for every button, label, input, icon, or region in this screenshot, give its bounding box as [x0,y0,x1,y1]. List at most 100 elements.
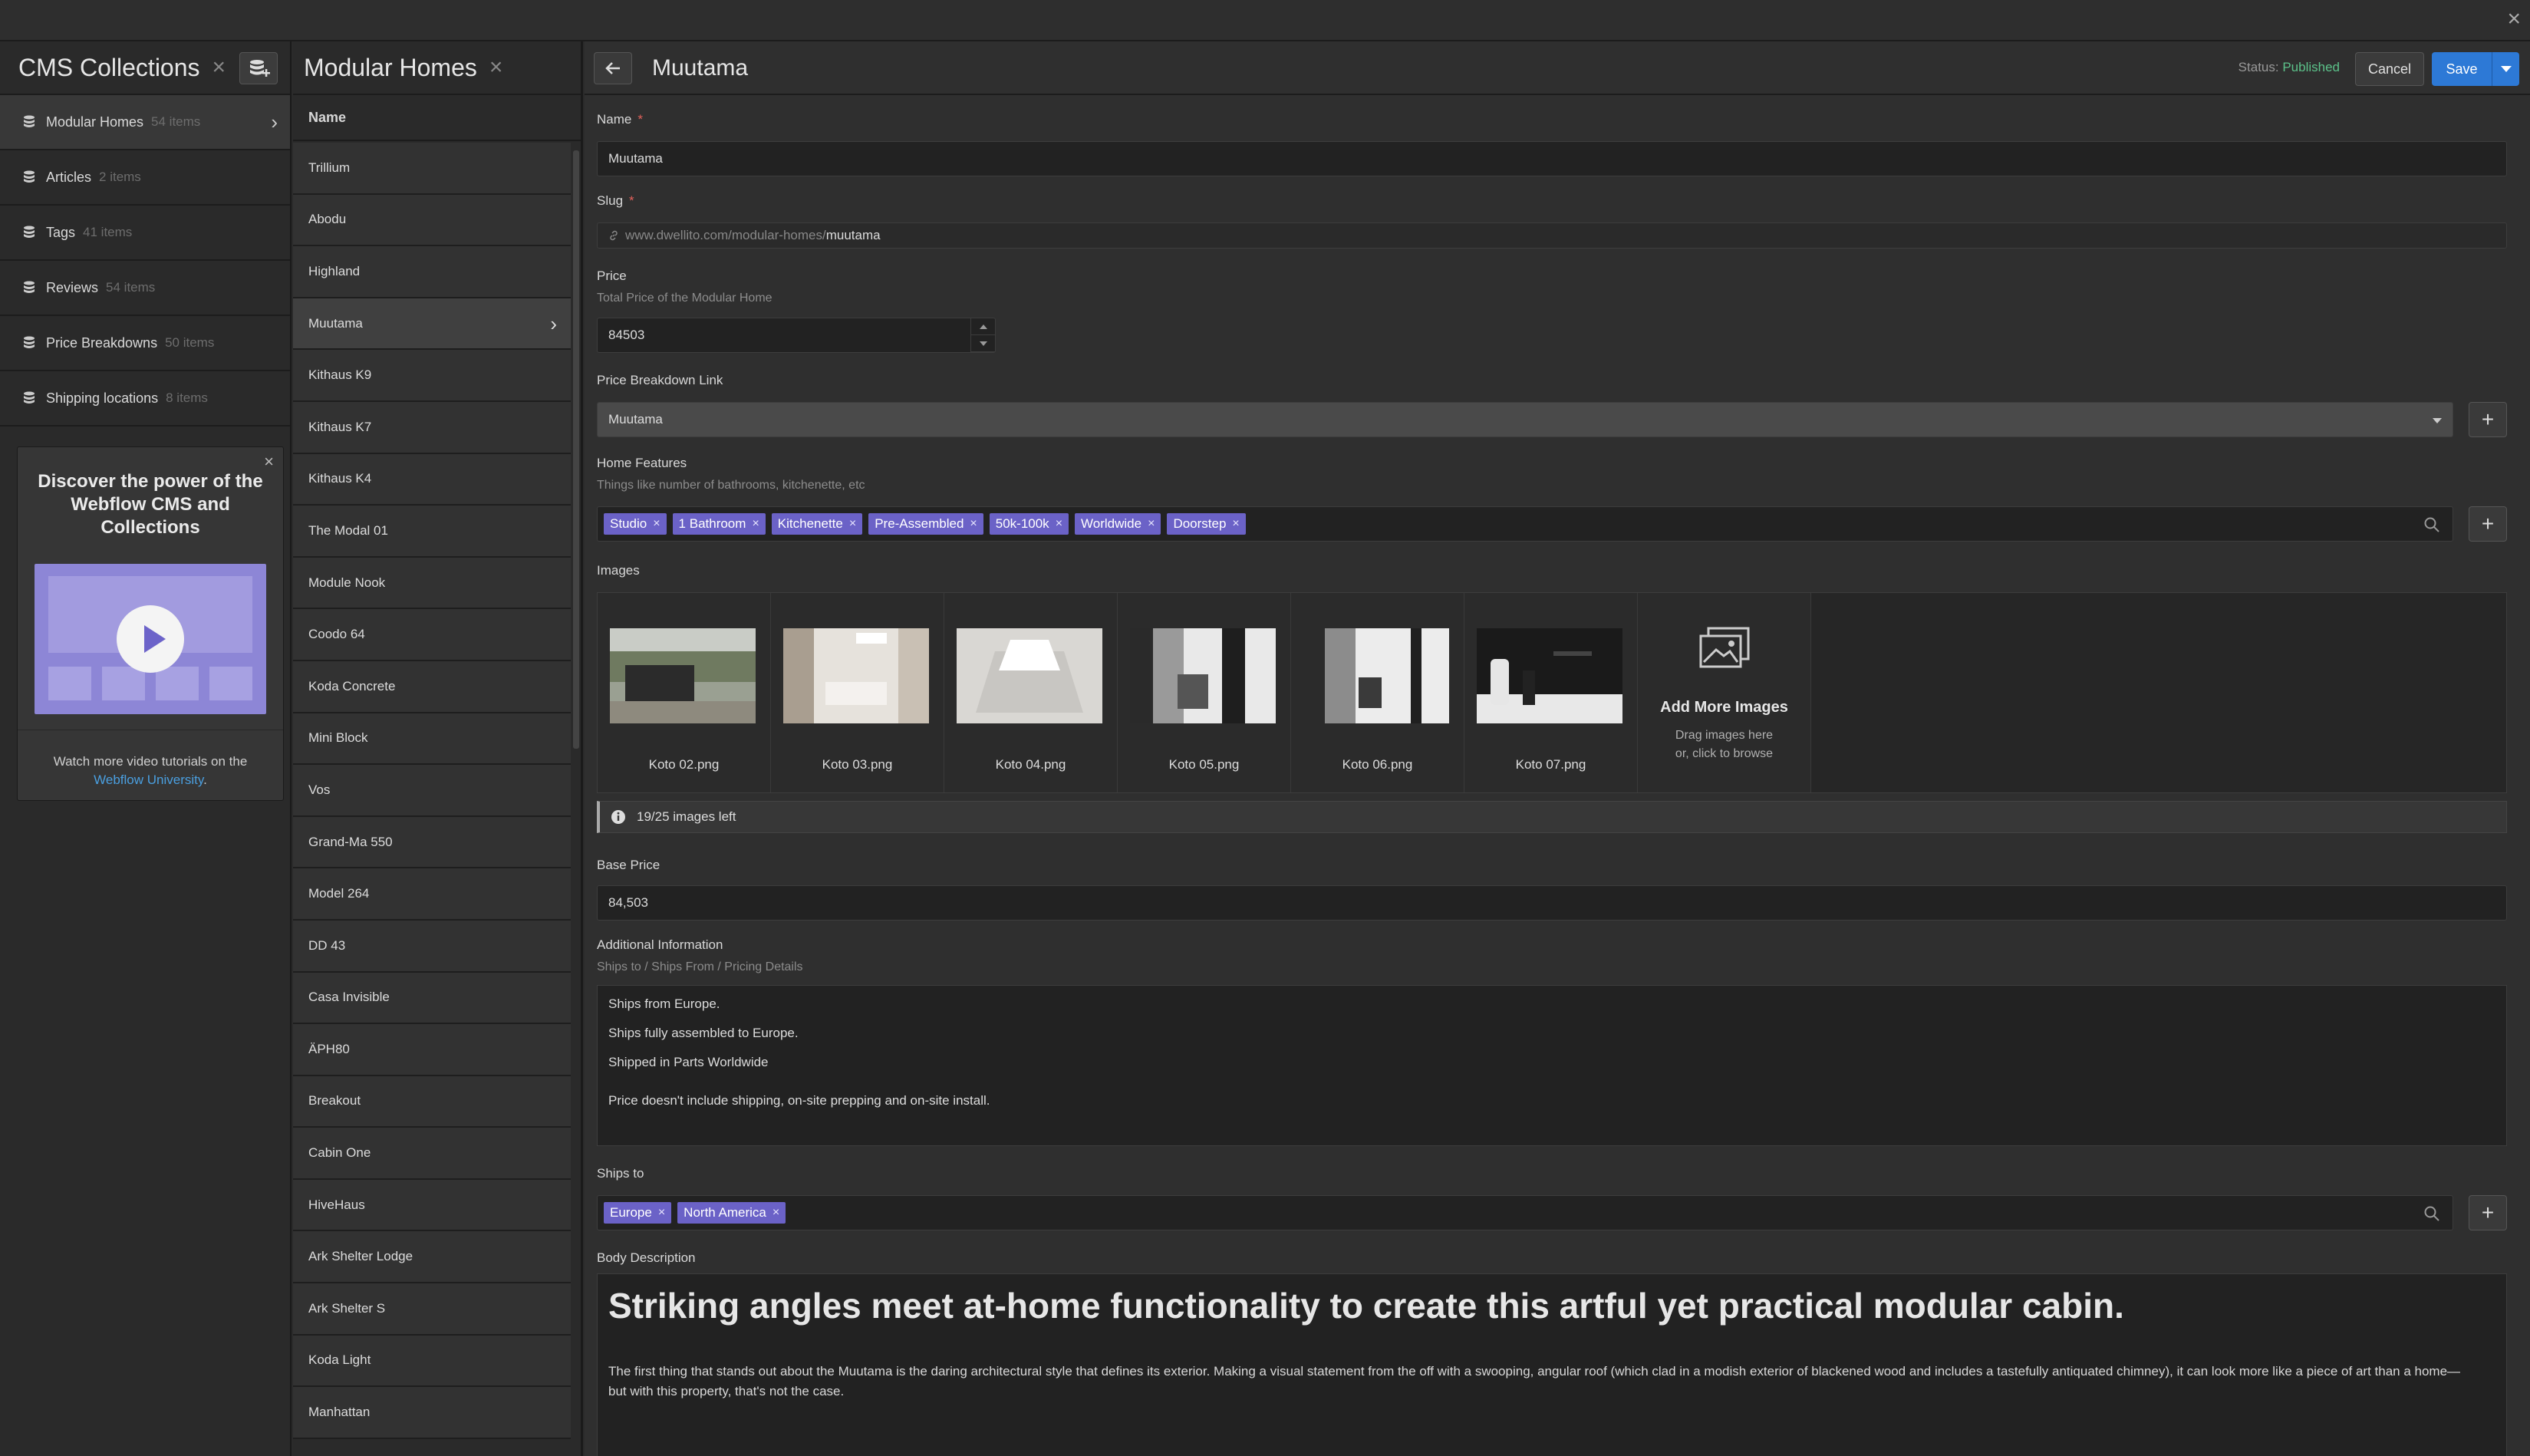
list-item[interactable]: The Modal 01 [293,506,571,558]
list-item[interactable]: Trillium [293,143,571,195]
database-icon [24,226,35,238]
close-collections-icon[interactable]: × [212,54,226,81]
search-icon[interactable] [2423,516,2440,533]
list-item[interactable]: Kithaus K4 [293,453,571,506]
add-price-breakdown-button[interactable]: + [2469,402,2507,437]
image-tile[interactable]: Koto 04.png [944,593,1118,792]
tag-label: Kitchenette [777,516,843,531]
promo-video-thumbnail[interactable] [35,564,266,714]
image-tile[interactable]: Koto 02.png [598,593,771,792]
add-ships-to-button[interactable]: + [2469,1195,2507,1230]
list-item[interactable]: Muutama › [293,298,571,351]
list-item-label: Highland [308,263,361,278]
add-feature-button[interactable]: + [2469,506,2507,542]
scrollbar-thumb[interactable] [573,150,579,749]
remove-tag-icon[interactable]: × [773,1206,779,1220]
collection-item-reviews[interactable]: Reviews 54 items [0,261,290,316]
name-column-header[interactable]: Name [293,95,581,141]
home-features-field[interactable]: Studio × 1 Bathroom × Kitchenette × Pre-Assemb… [597,506,2453,542]
ships-to-field[interactable]: Europe × North America × [597,1195,2453,1230]
images-icon [1699,627,1750,668]
collections-title: CMS Collections [18,53,200,81]
image-thumbnail-koto-04 [957,628,1102,723]
remove-tag-icon[interactable]: × [1056,517,1062,531]
list-item[interactable]: Koda Concrete [293,660,571,713]
list-item[interactable]: Highland [293,246,571,298]
close-items-icon[interactable]: × [489,54,503,81]
list-item[interactable]: Module Nook [293,557,571,610]
decrement-icon[interactable] [971,335,995,352]
list-item[interactable]: Grand-Ma 550 [293,816,571,869]
item-title: Muutama [652,55,749,81]
name-field[interactable]: Muutama [597,141,2507,176]
base-price-field[interactable]: 84,503 [597,885,2507,921]
increment-icon[interactable] [971,318,995,335]
save-button[interactable]: Save [2432,52,2492,86]
remove-tag-icon[interactable]: × [849,517,856,531]
price-label: Price [597,268,627,283]
price-breakdown-select[interactable]: Muutama [597,402,2453,437]
list-item[interactable]: Model 264 [293,868,571,921]
add-collection-button[interactable] [239,52,278,84]
image-tile[interactable]: Koto 03.png [771,593,944,792]
cancel-button[interactable]: Cancel [2355,52,2424,86]
list-item[interactable]: Ark Shelter Lodge [293,1231,571,1284]
list-item[interactable]: Casa Invisible [293,972,571,1025]
items-scrollbar[interactable] [572,143,581,1456]
list-item[interactable]: ÄPH80 [293,1024,571,1076]
items-title: Modular Homes [304,53,477,81]
tag-label: Pre-Assembled [875,516,964,531]
slug-field[interactable]: www.dwellito.com/modular-homes/muutama [597,222,2507,249]
image-tile[interactable]: Koto 06.png [1291,593,1464,792]
remove-tag-icon[interactable]: × [653,517,660,531]
image-tile[interactable]: Koto 05.png [1118,593,1291,792]
search-icon[interactable] [2423,1205,2440,1222]
remove-tag-icon[interactable]: × [658,1206,665,1220]
list-item[interactable]: DD 43 [293,920,571,973]
ships-to-tags: Europe × North America × [604,1202,786,1224]
list-item[interactable]: Mini Block [293,713,571,766]
info-line: Ships from Europe. [608,996,720,1011]
list-item[interactable]: Cabin One [293,1128,571,1180]
remove-tag-icon[interactable]: × [1148,517,1155,531]
required-mark: * [637,112,643,127]
list-item[interactable]: Coodo 64 [293,609,571,661]
list-item[interactable]: HiveHaus [293,1179,571,1232]
list-item[interactable]: Ark Shelter S [293,1283,571,1336]
body-heading: Striking angles meet at-home functionali… [608,1286,2124,1326]
list-item[interactable]: Vos [293,765,571,817]
list-item[interactable]: Kithaus K7 [293,401,571,454]
collection-item-price-breakdowns[interactable]: Price Breakdowns 50 items [0,316,290,371]
remove-tag-icon[interactable]: × [752,517,759,531]
add-more-images-dropzone[interactable]: Add More Images Drag images here or, clic… [1638,593,1811,792]
close-promo-icon[interactable]: × [264,452,274,472]
items-list: Trillium Abodu Highland Muutama › Kithaus K9 K… [293,143,571,1439]
editor-header: Muutama Status: Published Cancel Save [585,41,2530,95]
price-stepper[interactable] [970,318,995,352]
remove-tag-icon[interactable]: × [970,517,977,531]
list-item[interactable]: Kithaus K9 [293,350,571,402]
collection-item-articles[interactable]: Articles 2 items [0,150,290,206]
status-value: Published [2282,60,2340,74]
webflow-university-link[interactable]: Webflow University [94,772,203,787]
collection-item-modular-homes[interactable]: Modular Homes 54 items › [0,95,290,150]
collection-count: 50 items [165,335,215,350]
video-preview-tile [48,667,91,700]
close-window-icon[interactable]: × [2507,6,2521,32]
collection-item-shipping-locations[interactable]: Shipping locations 8 items [0,371,290,427]
additional-info-textarea[interactable]: Ships from Europe. Ships fully assembled… [597,985,2507,1146]
collection-item-tags[interactable]: Tags 41 items [0,206,290,261]
save-options-dropdown[interactable] [2492,52,2519,86]
tag-label: North America [684,1205,766,1220]
images-gallery: Koto 02.png Koto 03.png Koto 04.png Koto… [597,592,2507,793]
list-item[interactable]: Abodu [293,194,571,247]
play-icon[interactable] [117,605,184,673]
list-item[interactable]: Breakout [293,1076,571,1128]
body-description-editor[interactable]: Striking angles meet at-home functionali… [597,1273,2507,1456]
remove-tag-icon[interactable]: × [1232,517,1239,531]
image-tile[interactable]: Koto 07.png [1464,593,1638,792]
list-item[interactable]: Koda Light [293,1335,571,1388]
price-field[interactable]: 84503 [597,318,996,353]
back-button[interactable] [594,52,632,84]
list-item[interactable]: Manhattan [293,1387,571,1439]
